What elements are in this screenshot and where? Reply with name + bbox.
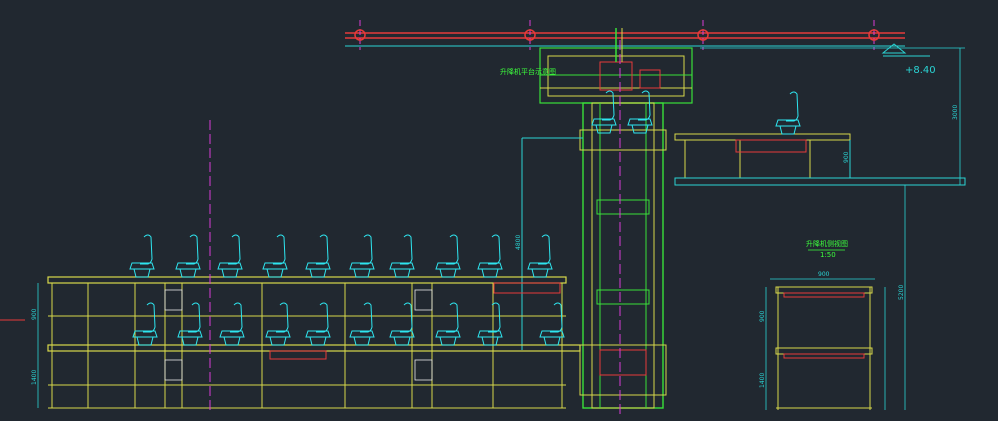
top-lift-carriage bbox=[539, 28, 693, 104]
seat-outline bbox=[477, 302, 503, 346]
dim-column-height: 4800 bbox=[515, 235, 522, 250]
section-scale: 1:50 bbox=[820, 251, 836, 259]
seat-outline bbox=[435, 234, 461, 278]
seat-outline bbox=[775, 91, 801, 135]
seat-outline bbox=[591, 90, 617, 134]
seat-outline bbox=[527, 234, 553, 278]
dim-total-height-right: 5200 bbox=[898, 285, 905, 300]
left-conveyor-rack bbox=[0, 120, 581, 410]
upper-right-platform bbox=[674, 47, 966, 410]
section-title: 升降机侧视图 bbox=[806, 239, 848, 248]
seat-outline bbox=[129, 234, 155, 278]
dim-left-lower-tier: 1400 bbox=[31, 370, 38, 385]
dim-left-upper-tier: 900 bbox=[31, 308, 38, 320]
dim-section-lower-tier: 1400 bbox=[759, 373, 766, 388]
seat-group bbox=[129, 90, 801, 346]
level-mark-label: +8.40 bbox=[905, 65, 936, 76]
seat-outline bbox=[477, 234, 503, 278]
seat-outline bbox=[265, 302, 291, 346]
dim-top-right-height: 3000 bbox=[952, 105, 959, 120]
seat-outline bbox=[217, 234, 243, 278]
dim-section-width: 900 bbox=[818, 271, 830, 278]
seat-outline bbox=[175, 234, 201, 278]
seat-outline bbox=[262, 234, 288, 278]
seat-outline bbox=[539, 302, 565, 346]
seat-outline bbox=[349, 302, 375, 346]
seat-outline bbox=[435, 302, 461, 346]
seat-outline bbox=[627, 90, 653, 134]
seat-outline bbox=[132, 302, 158, 346]
seat-outline bbox=[305, 234, 331, 278]
seat-outline bbox=[305, 302, 331, 346]
lift-annotation-label: 升降机平台示意图 bbox=[500, 67, 556, 76]
seat-outline bbox=[349, 234, 375, 278]
seat-outline bbox=[389, 302, 415, 346]
seat-outline bbox=[219, 302, 245, 346]
dim-section-upper-tier: 900 bbox=[759, 310, 766, 322]
dim-upper-platform-height: 900 bbox=[843, 151, 850, 163]
overhead-rail bbox=[345, 20, 930, 57]
seat-outline bbox=[389, 234, 415, 278]
cad-drawing-canvas: +8.40 升降机平台示意图 3000 900 4800 900 1400 升降… bbox=[0, 20, 966, 415]
